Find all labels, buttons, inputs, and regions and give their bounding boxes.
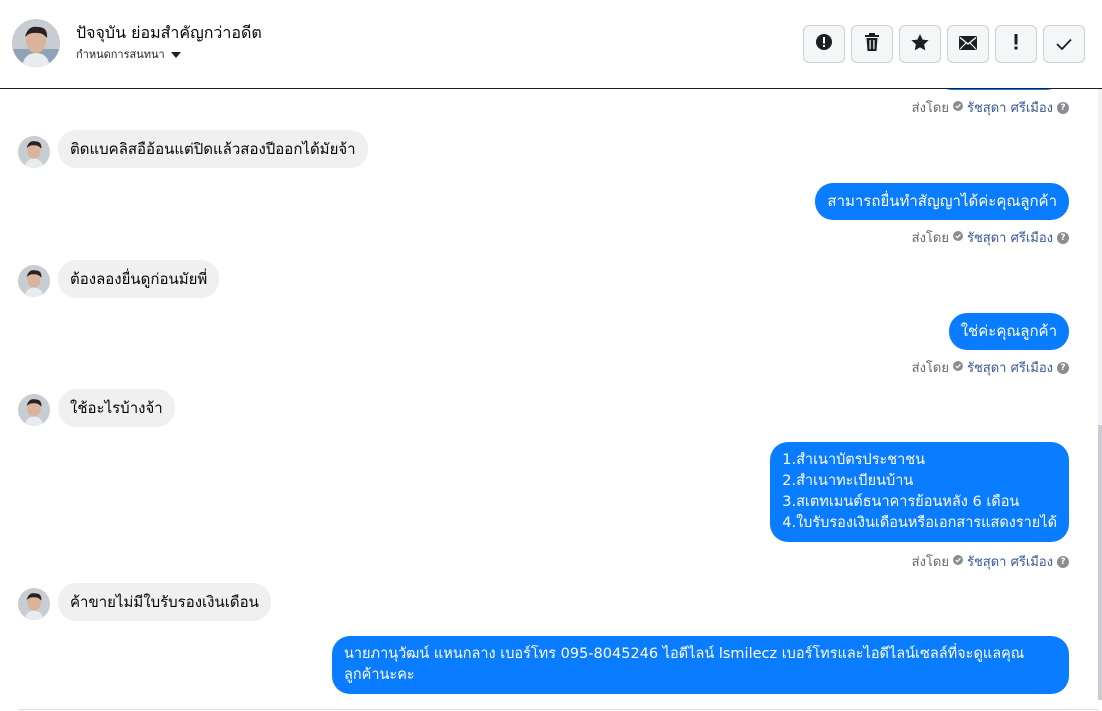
check-icon — [1056, 35, 1072, 54]
message-bubble-outgoing: นายภานุวัฒน์ แหนกลาง เบอร์โทร 095-804524… — [332, 636, 1069, 694]
message-bubble-incoming: ต้องลองยื่นดูก่อนมัยพี่ — [58, 260, 220, 298]
message-bubble-outgoing: สามารถยื่นทำสัญญาได้ค่ะคุณลูกค้า — [815, 183, 1069, 220]
delete-button[interactable] — [851, 25, 893, 63]
sent-by: ส่งโดย รัชสุดา ศรีเมือง ? — [912, 97, 1069, 118]
check-circle-icon — [952, 100, 963, 115]
exclamation-icon — [1014, 34, 1018, 54]
mark-important-button[interactable] — [995, 25, 1037, 63]
caret-down-icon — [170, 48, 181, 61]
star-button[interactable] — [899, 25, 941, 63]
message-bubble-incoming: ค้าขายไม่มีใบรับรองเงินเดือน — [58, 583, 271, 621]
sender-avatar[interactable] — [18, 394, 50, 426]
agent-name[interactable]: รัชสุดา ศรีเมือง — [967, 97, 1053, 118]
agent-name[interactable]: รัชสุดา ศรีเมือง — [967, 357, 1053, 378]
assign-conversation-dropdown[interactable]: กำหนดการสนทนา — [76, 45, 181, 63]
conversation-header: ปัจจุบัน ย่อมสำคัญกว่าอดีต กำหนดการสนทนา — [0, 0, 1102, 89]
envelope-icon — [959, 35, 977, 54]
mark-spam-button[interactable] — [803, 25, 845, 63]
agent-name[interactable]: รัชสุดา ศรีเมือง — [967, 227, 1053, 248]
contact-name: ปัจจุบัน ย่อมสำคัญกว่าอดีต — [76, 23, 262, 42]
message-bubble-outgoing — [934, 89, 1064, 90]
scrollbar-thumb[interactable] — [1098, 425, 1102, 700]
message-bubble-incoming: ติดแบคลิสอือ้อนแต่ปิดแล้วสองปีออกได้มัยจ… — [58, 130, 368, 168]
trash-icon — [864, 33, 880, 55]
divider — [18, 709, 1098, 710]
help-icon[interactable]: ? — [1057, 555, 1069, 568]
message-bubble-outgoing: 1.สำเนาบัตรประชาชน 2.สำเนาทะเบียนบ้าน 3.… — [770, 442, 1069, 542]
agent-name[interactable]: รัชสุดา ศรีเมือง — [967, 551, 1053, 572]
message-bubble-incoming: ใช้อะไรบ้างจ้า — [58, 389, 175, 427]
sent-by: ส่งโดย รัชสุดา ศรีเมือง ? — [912, 551, 1069, 572]
help-icon[interactable]: ? — [1057, 361, 1069, 374]
contact-avatar[interactable] — [12, 19, 60, 67]
sender-avatar[interactable] — [18, 265, 50, 297]
star-icon — [911, 33, 929, 55]
mark-done-button[interactable] — [1043, 25, 1085, 63]
check-circle-icon — [952, 230, 963, 245]
check-circle-icon — [952, 554, 963, 569]
sent-by: ส่งโดย รัชสุดา ศรีเมือง ? — [912, 357, 1069, 378]
check-circle-icon — [952, 360, 963, 375]
assign-conversation-label: กำหนดการสนทนา — [76, 48, 165, 61]
help-icon[interactable]: ? — [1057, 101, 1069, 114]
message-thread: ส่งโดย รัชสุดา ศรีเมือง ? ติดแบคลิสอือ้อ… — [0, 89, 1102, 711]
mark-unread-button[interactable] — [947, 25, 989, 63]
sender-avatar[interactable] — [18, 588, 50, 620]
help-icon[interactable]: ? — [1057, 231, 1069, 244]
message-bubble-outgoing: ใช่ค่ะคุณลูกค้า — [948, 313, 1069, 350]
alert-circle-icon — [815, 33, 833, 55]
sender-avatar[interactable] — [18, 136, 50, 168]
sent-by: ส่งโดย รัชสุดา ศรีเมือง ? — [912, 227, 1069, 248]
